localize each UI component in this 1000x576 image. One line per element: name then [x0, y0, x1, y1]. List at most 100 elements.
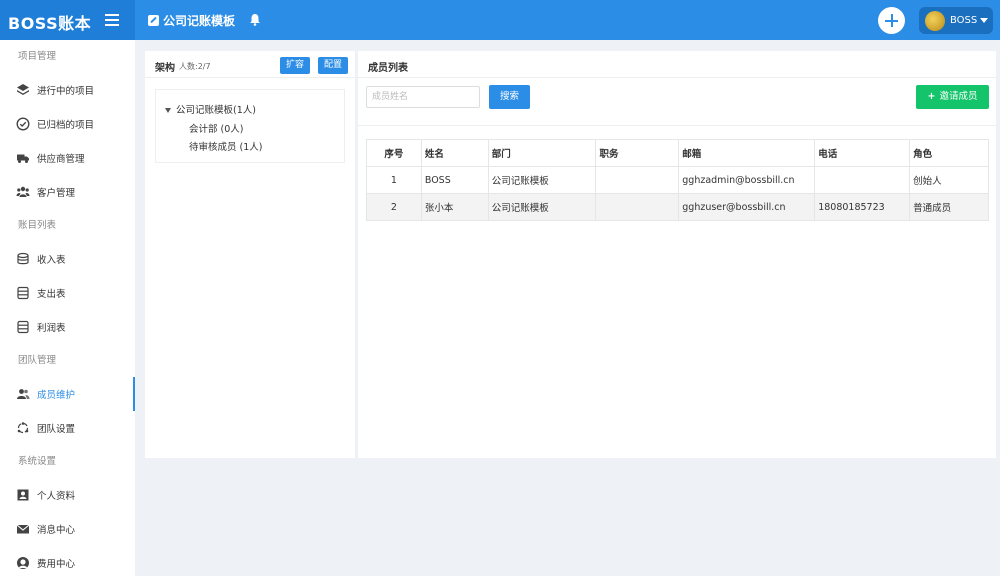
- members-panel: 成员列表 搜索 +邀请成员 序号 姓名 部门 职务 邮箱 电话 角色 1 BOS…: [358, 51, 996, 458]
- divider: [358, 125, 996, 126]
- sidebar-item-archived-projects[interactable]: 已归档的项目: [0, 107, 135, 141]
- sidebar-item-team-settings[interactable]: 团队设置: [0, 411, 135, 445]
- team-settings-icon: [16, 421, 30, 435]
- sidebar: 项目管理 进行中的项目 已归档的项目 供应商管理 客户管理 账目列表 收入表 支…: [0, 40, 135, 576]
- column-header: 序号: [366, 139, 422, 167]
- doc-title-area[interactable]: 公司记账模板: [148, 12, 235, 29]
- cell-dept: 公司记账模板: [487, 166, 597, 194]
- caret-down-icon[interactable]: [165, 108, 171, 113]
- sidebar-item-label: 费用中心: [37, 559, 76, 570]
- brand: BOSS账本: [0, 0, 135, 40]
- cell-index: 2: [366, 193, 422, 221]
- cell-name: BOSS: [420, 166, 489, 194]
- cell-email: gghzuser@bossbill.cn: [678, 193, 816, 221]
- cell-phone: [814, 166, 911, 194]
- tree-node-pending[interactable]: 待审核成员 (1人): [189, 139, 262, 153]
- sidebar-item-expense[interactable]: 支出表: [0, 276, 135, 310]
- cell-name: 张小本: [420, 193, 489, 221]
- cell-title: [595, 193, 680, 221]
- members-header: 成员列表: [358, 51, 996, 78]
- sidebar-item-label: 利润表: [37, 323, 66, 334]
- sidebar-item-members[interactable]: 成员维护: [0, 377, 135, 411]
- users-icon: [16, 185, 30, 199]
- add-button[interactable]: [878, 7, 905, 34]
- fee-icon: [16, 556, 30, 570]
- database-icon: [16, 286, 30, 300]
- column-header: 部门: [487, 139, 597, 167]
- bell-icon[interactable]: [249, 13, 261, 26]
- cell-dept: 公司记账模板: [487, 193, 597, 221]
- sidebar-group-projects: 项目管理: [18, 51, 57, 62]
- column-header: 角色: [909, 139, 989, 167]
- doc-title: 公司记账模板: [163, 14, 236, 28]
- layers-icon: [16, 83, 30, 97]
- column-header: 姓名: [420, 139, 489, 167]
- tree-node-root[interactable]: 公司记账模板(1人): [165, 102, 256, 116]
- user-name: BOSS: [950, 15, 978, 26]
- sidebar-item-label: 消息中心: [37, 525, 76, 536]
- tree-node-label: 公司记账模板(1人): [176, 105, 256, 116]
- sidebar-item-label: 团队设置: [37, 424, 76, 435]
- edit-icon: [148, 15, 159, 26]
- sidebar-item-profit[interactable]: 利润表: [0, 310, 135, 344]
- sidebar-group-system: 系统设置: [18, 456, 57, 467]
- sidebar-item-label: 客户管理: [37, 188, 76, 199]
- sidebar-item-label: 收入表: [37, 255, 66, 266]
- sidebar-item-label: 个人资料: [37, 491, 76, 502]
- caret-down-icon: [980, 18, 989, 23]
- sidebar-item-label: 支出表: [37, 289, 66, 300]
- top-bar: BOSS账本 公司记账模板 BOSS: [0, 0, 1000, 40]
- cell-role: 普通成员: [909, 193, 989, 221]
- cell-email: gghzadmin@bossbill.cn: [678, 166, 816, 194]
- cell-role: 创始人: [909, 166, 989, 194]
- database-icon: [16, 320, 30, 334]
- sidebar-item-suppliers[interactable]: 供应商管理: [0, 141, 135, 175]
- config-button[interactable]: 配置: [318, 57, 349, 74]
- column-header: 电话: [814, 139, 911, 167]
- structure-title: 架构: [155, 63, 175, 74]
- cell-title: [595, 166, 680, 194]
- table-row[interactable]: 1 BOSS 公司记账模板 gghzadmin@bossbill.cn 创始人: [366, 166, 989, 194]
- truck-icon: [16, 151, 30, 165]
- structure-panel: 架构 人数:2/7 扩容 配置 公司记账模板(1人) 会计部 (0人) 待审核成…: [145, 51, 355, 458]
- tree-node-accounting[interactable]: 会计部 (0人): [189, 121, 243, 135]
- sidebar-group-team: 团队管理: [18, 355, 57, 366]
- sidebar-group-accounts: 账目列表: [18, 220, 57, 231]
- column-header: 邮箱: [678, 139, 816, 167]
- check-circle-icon: [16, 117, 30, 131]
- member-count: 人数:2/7: [179, 62, 211, 71]
- invite-member-button[interactable]: + 邀请成员: [916, 85, 989, 109]
- brand-logo[interactable]: BOSS账本: [8, 10, 91, 34]
- table-row[interactable]: 2 张小本 公司记账模板 gghzuser@bossbill.cn 180801…: [366, 193, 989, 221]
- sidebar-item-messages[interactable]: 消息中心: [0, 512, 135, 546]
- sidebar-item-fees[interactable]: 费用中心: [0, 546, 135, 576]
- column-header: 职务: [595, 139, 680, 167]
- sidebar-item-customers[interactable]: 客户管理: [0, 175, 135, 209]
- sidebar-item-active-projects[interactable]: 进行中的项目: [0, 73, 135, 107]
- invite-label: 邀请成员: [939, 91, 978, 102]
- table-header-row: 序号 姓名 部门 职务 邮箱 电话 角色: [366, 139, 989, 167]
- expand-capacity-button[interactable]: 扩容: [280, 57, 311, 74]
- sidebar-item-label: 已归档的项目: [37, 120, 95, 131]
- org-tree: 公司记账模板(1人) 会计部 (0人) 待审核成员 (1人): [155, 89, 345, 163]
- profile-icon: [16, 488, 30, 502]
- menu-icon[interactable]: [105, 14, 119, 26]
- sidebar-item-label: 供应商管理: [37, 154, 85, 165]
- cell-phone: 18080185723: [814, 193, 911, 221]
- sidebar-item-label: 成员维护: [37, 390, 76, 401]
- search-button[interactable]: 搜索: [489, 85, 530, 109]
- member-search-input[interactable]: [366, 86, 480, 108]
- avatar: [925, 10, 945, 31]
- user-group-icon: [16, 387, 30, 401]
- sidebar-item-income[interactable]: 收入表: [0, 242, 135, 276]
- sidebar-item-label: 进行中的项目: [37, 86, 95, 97]
- plus-icon: +: [927, 91, 936, 102]
- members-table: 序号 姓名 部门 职务 邮箱 电话 角色 1 BOSS 公司记账模板 gghza…: [366, 139, 989, 221]
- database-icon: [16, 252, 30, 266]
- structure-header: 架构 人数:2/7 扩容 配置: [145, 51, 355, 78]
- cell-index: 1: [366, 166, 422, 194]
- envelope-icon: [16, 522, 30, 536]
- user-menu-button[interactable]: BOSS: [919, 7, 993, 34]
- sidebar-item-profile[interactable]: 个人资料: [0, 478, 135, 512]
- members-title: 成员列表: [368, 63, 408, 74]
